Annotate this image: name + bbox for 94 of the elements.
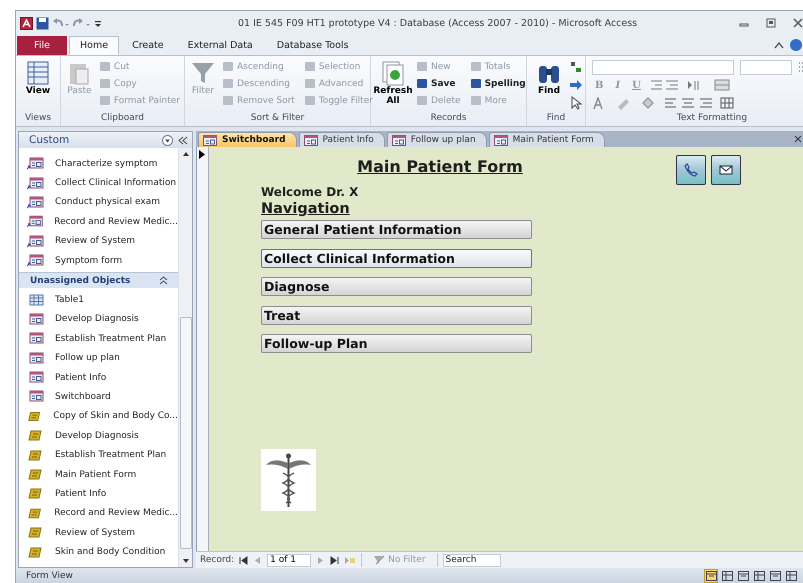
nav-item[interactable]: Symptom form bbox=[19, 250, 178, 270]
pointer-icon[interactable] bbox=[569, 96, 583, 110]
navigation-button[interactable]: Treat bbox=[261, 306, 532, 325]
ribbon-button[interactable]: View bbox=[18, 58, 58, 113]
ribbon-button[interactable]: Find bbox=[529, 58, 569, 113]
form-title: Main Patient Form bbox=[357, 157, 523, 176]
view-button[interactable] bbox=[720, 569, 734, 583]
status-text: Form View bbox=[26, 571, 73, 581]
section-heading: Navigation bbox=[261, 201, 350, 217]
envelope-icon bbox=[719, 164, 733, 176]
file-tab[interactable]: File bbox=[17, 36, 67, 55]
form-icon bbox=[494, 134, 508, 146]
nav-item[interactable]: Establish Treatment Plan bbox=[19, 445, 178, 465]
ribbon-button[interactable]: Refresh All bbox=[373, 58, 413, 113]
document-tab[interactable]: Patient Info bbox=[298, 132, 385, 147]
view-button[interactable] bbox=[736, 569, 750, 583]
nav-item[interactable]: Switchboard bbox=[19, 387, 178, 407]
window-title: 01 IE 545 F09 HT1 prototype V4 : Database (Access 2007 - 2010) - Microsoft Access bbox=[238, 18, 638, 28]
group-label: Text Formatting bbox=[676, 113, 748, 123]
record-selector-icon bbox=[199, 150, 205, 159]
record-label: Record: bbox=[200, 555, 234, 565]
form-icon bbox=[392, 134, 406, 146]
group-label: Sort & Filter bbox=[250, 113, 304, 123]
nav-item[interactable]: Collect Clinical Information bbox=[19, 173, 178, 193]
staff-emblem-drawing bbox=[261, 449, 316, 512]
nav-item[interactable]: Table1 bbox=[19, 290, 178, 310]
nav-item[interactable]: Follow up plan bbox=[19, 348, 178, 368]
group-label: Find bbox=[546, 113, 566, 123]
view-button[interactable] bbox=[704, 569, 718, 583]
nav-item[interactable]: Copy of Skin and Body Co... bbox=[19, 406, 178, 426]
restore-icon[interactable] bbox=[765, 18, 777, 28]
nav-item[interactable]: Review of System bbox=[19, 523, 178, 542]
nav-item[interactable]: Skin and Body Condition bbox=[19, 542, 178, 562]
dropdown-icon[interactable] bbox=[162, 134, 173, 146]
nav-item[interactable]: Review of System bbox=[19, 232, 178, 251]
ribbon-tab[interactable]: Home bbox=[69, 36, 120, 55]
document-tab[interactable]: Follow up plan bbox=[386, 132, 487, 147]
save-icon[interactable] bbox=[36, 16, 49, 30]
navigation-button[interactable]: Follow-up Plan bbox=[261, 334, 532, 354]
group-label: Views bbox=[24, 113, 52, 123]
phone-button[interactable] bbox=[676, 155, 706, 185]
indent-icon[interactable] bbox=[650, 79, 680, 91]
view-button[interactable] bbox=[768, 569, 782, 583]
view-button[interactable] bbox=[752, 569, 766, 583]
refresh-icon bbox=[380, 60, 406, 86]
group-label: Records bbox=[430, 113, 466, 123]
collapse-ribbon-icon[interactable] bbox=[774, 41, 784, 49]
nav-item[interactable]: Establish Treatment Plan bbox=[19, 329, 178, 349]
nav-item[interactable]: Characterize symptom bbox=[19, 154, 178, 174]
navigation-button[interactable]: Diagnose bbox=[261, 277, 532, 296]
nav-item[interactable]: Patient Info bbox=[19, 368, 178, 388]
welcome-text: Welcome Dr. X bbox=[261, 185, 358, 199]
search-field[interactable]: Search bbox=[442, 554, 501, 566]
close-icon[interactable] bbox=[792, 18, 803, 28]
record-number-field[interactable]: 1 of 1 bbox=[267, 554, 312, 566]
phone-icon bbox=[684, 163, 698, 177]
ribbon-tab[interactable]: Database Tools bbox=[266, 36, 360, 55]
nav-pane-title: Custom bbox=[29, 134, 70, 146]
nav-item[interactable]: Record and Review Medic... bbox=[19, 212, 178, 232]
view-button[interactable] bbox=[784, 569, 798, 583]
chevron-up-icon[interactable] bbox=[159, 276, 168, 286]
close-icon[interactable] bbox=[794, 135, 802, 143]
scrollbar[interactable] bbox=[178, 148, 192, 567]
nav-item[interactable]: Develop Diagnosis bbox=[19, 426, 178, 446]
app-logo-icon[interactable] bbox=[20, 16, 33, 30]
view-icon bbox=[754, 571, 764, 581]
document-tab[interactable]: Switchboard bbox=[198, 132, 297, 147]
view-icon bbox=[738, 571, 748, 581]
navigation-button[interactable]: Collect Clinical Information bbox=[261, 248, 532, 268]
form-icon bbox=[304, 134, 318, 146]
table-grid-icon[interactable] bbox=[720, 97, 736, 109]
view-icon bbox=[786, 571, 796, 581]
document-tab[interactable]: Main Patient Form bbox=[488, 132, 605, 147]
align-icon[interactable] bbox=[664, 97, 714, 109]
collapse-pane-icon[interactable] bbox=[178, 136, 188, 144]
navigation-button[interactable]: General Patient Information bbox=[261, 220, 532, 239]
last-record-icon[interactable] bbox=[330, 556, 340, 564]
nav-item[interactable]: Main Patient Form bbox=[19, 464, 178, 484]
group-label: Clipboard bbox=[101, 113, 144, 123]
nav-item[interactable]: Develop Diagnosis bbox=[19, 310, 178, 330]
ribbon-button[interactable]: Save bbox=[413, 75, 463, 92]
ribbon-tab[interactable]: Create bbox=[121, 36, 175, 55]
ribbon-tab[interactable]: External Data bbox=[176, 36, 264, 55]
first-record-icon[interactable] bbox=[239, 556, 248, 564]
arrow-right-icon[interactable] bbox=[569, 78, 583, 92]
view-icon bbox=[722, 571, 732, 581]
group-header[interactable]: Unassigned Objects bbox=[19, 272, 178, 288]
view-icon bbox=[770, 571, 780, 581]
ribbon-button[interactable]: Spelling bbox=[466, 75, 528, 92]
nav-item[interactable]: Patient Info bbox=[19, 484, 178, 504]
email-button[interactable] bbox=[711, 155, 741, 185]
nav-item[interactable]: Record and Review Medic... bbox=[19, 504, 178, 524]
view-icon bbox=[706, 571, 716, 581]
nav-item[interactable]: Conduct physical exam bbox=[19, 192, 178, 212]
